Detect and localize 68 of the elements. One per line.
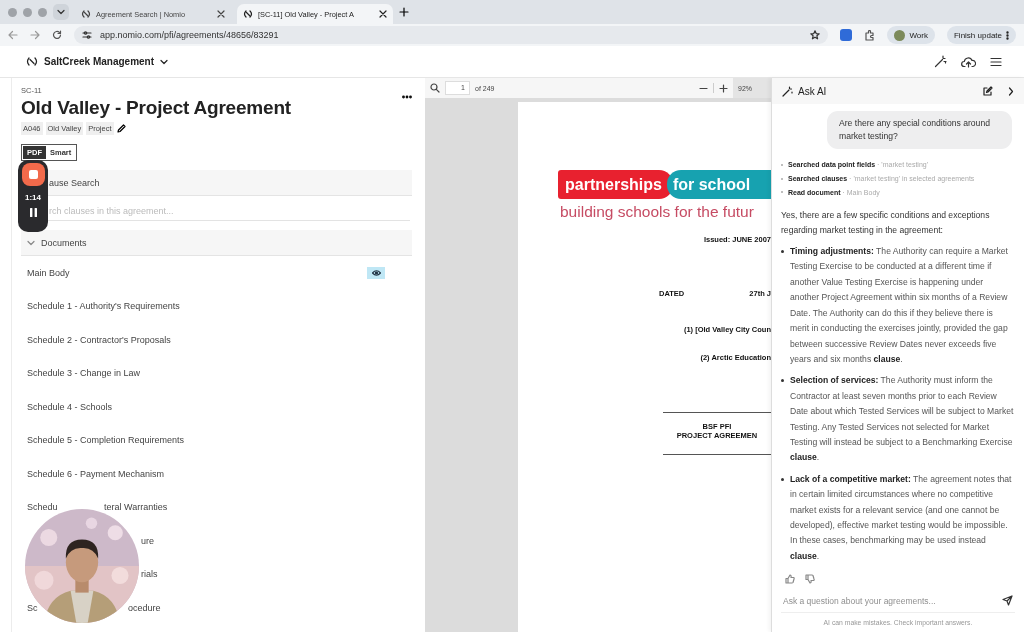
answer-point: Selection of services: The Authority must inform the Contractor at least seven months prior to each Review Date about which Tested Services will be subject to Market Testing. Any Tested Services not selected for Market Testing will instead be subject to a Benchmarking Exercise clause. <box>790 374 1014 465</box>
update-button[interactable]: Finish update <box>946 26 1016 44</box>
organization-switcher[interactable]: SaltCreek Management <box>24 53 171 70</box>
documents-header[interactable]: Documents <box>21 230 412 256</box>
document-item[interactable]: ure <box>141 535 154 546</box>
logo: partnerships for school <box>558 170 771 199</box>
close-icon[interactable] <box>379 10 387 18</box>
bullet-icon <box>781 250 784 254</box>
document-item[interactable]: Schedule 4 - Schools <box>27 401 113 412</box>
document-item[interactable]: rials <box>141 569 158 580</box>
document-item[interactable]: Schedule 2 - Contractor's Proposals <box>27 334 171 345</box>
answer-point: Lack of a competitive market: The agreement notes that in certain limited circumstances where no competitive market exists for a relevant service (and one cannot be developed), effective market testing would be impossible. In these cases, benchmarking may be used instead clause. <box>790 472 1013 563</box>
document-item[interactable]: Schedule 5 - Completion Requirements <box>27 435 185 446</box>
recording-time: 1:14 <box>25 193 41 202</box>
star-icon[interactable] <box>810 30 821 40</box>
chevron-right-icon[interactable] <box>1008 86 1014 96</box>
chevron-down-icon <box>160 58 169 65</box>
kebab-icon <box>1006 30 1009 40</box>
chevron-down-icon <box>57 9 65 15</box>
search-icon[interactable] <box>430 83 440 93</box>
pencil-icon[interactable] <box>116 124 126 133</box>
ai-wand-icon <box>782 85 793 97</box>
panel-title: Ask AI <box>798 85 827 97</box>
address-field[interactable]: app.nomio.com/pfi/agreements/48656/83291 <box>74 26 829 44</box>
document-item[interactable]: Schedule 3 - Change in Law <box>27 368 141 379</box>
chevron-down-icon <box>27 239 35 246</box>
puzzle-icon[interactable] <box>864 29 876 41</box>
pause-icon[interactable] <box>28 207 38 218</box>
tab-logo-icon <box>243 10 253 18</box>
avatar-icon <box>894 29 906 41</box>
site-settings-icon[interactable] <box>82 30 92 40</box>
tab-logo-icon <box>81 10 91 18</box>
document-item[interactable]: Sc <box>27 602 38 613</box>
document-item[interactable]: Schedu <box>27 502 58 513</box>
thumbs-up-icon[interactable] <box>785 574 795 585</box>
back-icon[interactable] <box>8 30 18 40</box>
document-item[interactable]: Schedule 1 - Authority's Requirements <box>27 301 180 312</box>
profile-button[interactable]: Work <box>887 26 935 44</box>
logo-tagline: building schools for the futur <box>560 203 755 221</box>
new-tab-icon[interactable] <box>399 7 409 17</box>
user-message: Are there any special conditions around market testing? <box>827 111 1012 149</box>
document-item[interactable]: Main Body <box>27 267 70 278</box>
bullet-icon <box>781 379 784 383</box>
more-icon[interactable] <box>402 95 412 99</box>
bullet-icon <box>781 477 784 481</box>
agreement-title: Old Valley - Project Agreement <box>21 97 292 119</box>
send-icon[interactable] <box>1002 595 1013 606</box>
eye-icon <box>371 269 381 276</box>
tab-list-button[interactable] <box>53 4 69 20</box>
answer-point: Timing adjustments: The Authority can require a Market Testing Exercise to be conducted at a different time if another Value Testing Exercise is happening under another Project Agreement within six months of a Review Date. The Authority can do this if they believe there is merit in conducting the exercises jointly, provided the gap between successive Review Dates never exceeds five years and six months clause. <box>790 245 1009 366</box>
magic-wand-icon[interactable] <box>934 55 947 68</box>
document-item[interactable]: teral Warranties <box>104 502 168 513</box>
new-chat-icon[interactable] <box>982 85 993 97</box>
close-icon[interactable] <box>217 10 225 18</box>
stop-button[interactable] <box>21 163 45 186</box>
question-field[interactable]: Ask a question about your agreements... <box>783 595 1002 606</box>
menu-icon[interactable] <box>990 56 1002 67</box>
reload-icon[interactable] <box>52 30 62 40</box>
app-logo-icon <box>26 57 38 66</box>
zoom-in-icon[interactable] <box>719 83 728 93</box>
extension-icon[interactable] <box>840 29 853 41</box>
cloud-upload-icon[interactable] <box>961 55 976 68</box>
answer-text: Yes, there are a few specific conditions and exceptions regarding market testing in the agreement: <box>781 209 991 238</box>
thumbs-down-icon[interactable] <box>805 574 815 585</box>
section-title: ause Search <box>49 177 100 188</box>
document-item[interactable]: ocedure <box>128 602 161 613</box>
forward-icon[interactable] <box>30 30 40 40</box>
document-item[interactable]: Schedule 6 - Payment Mechanism <box>27 468 165 479</box>
